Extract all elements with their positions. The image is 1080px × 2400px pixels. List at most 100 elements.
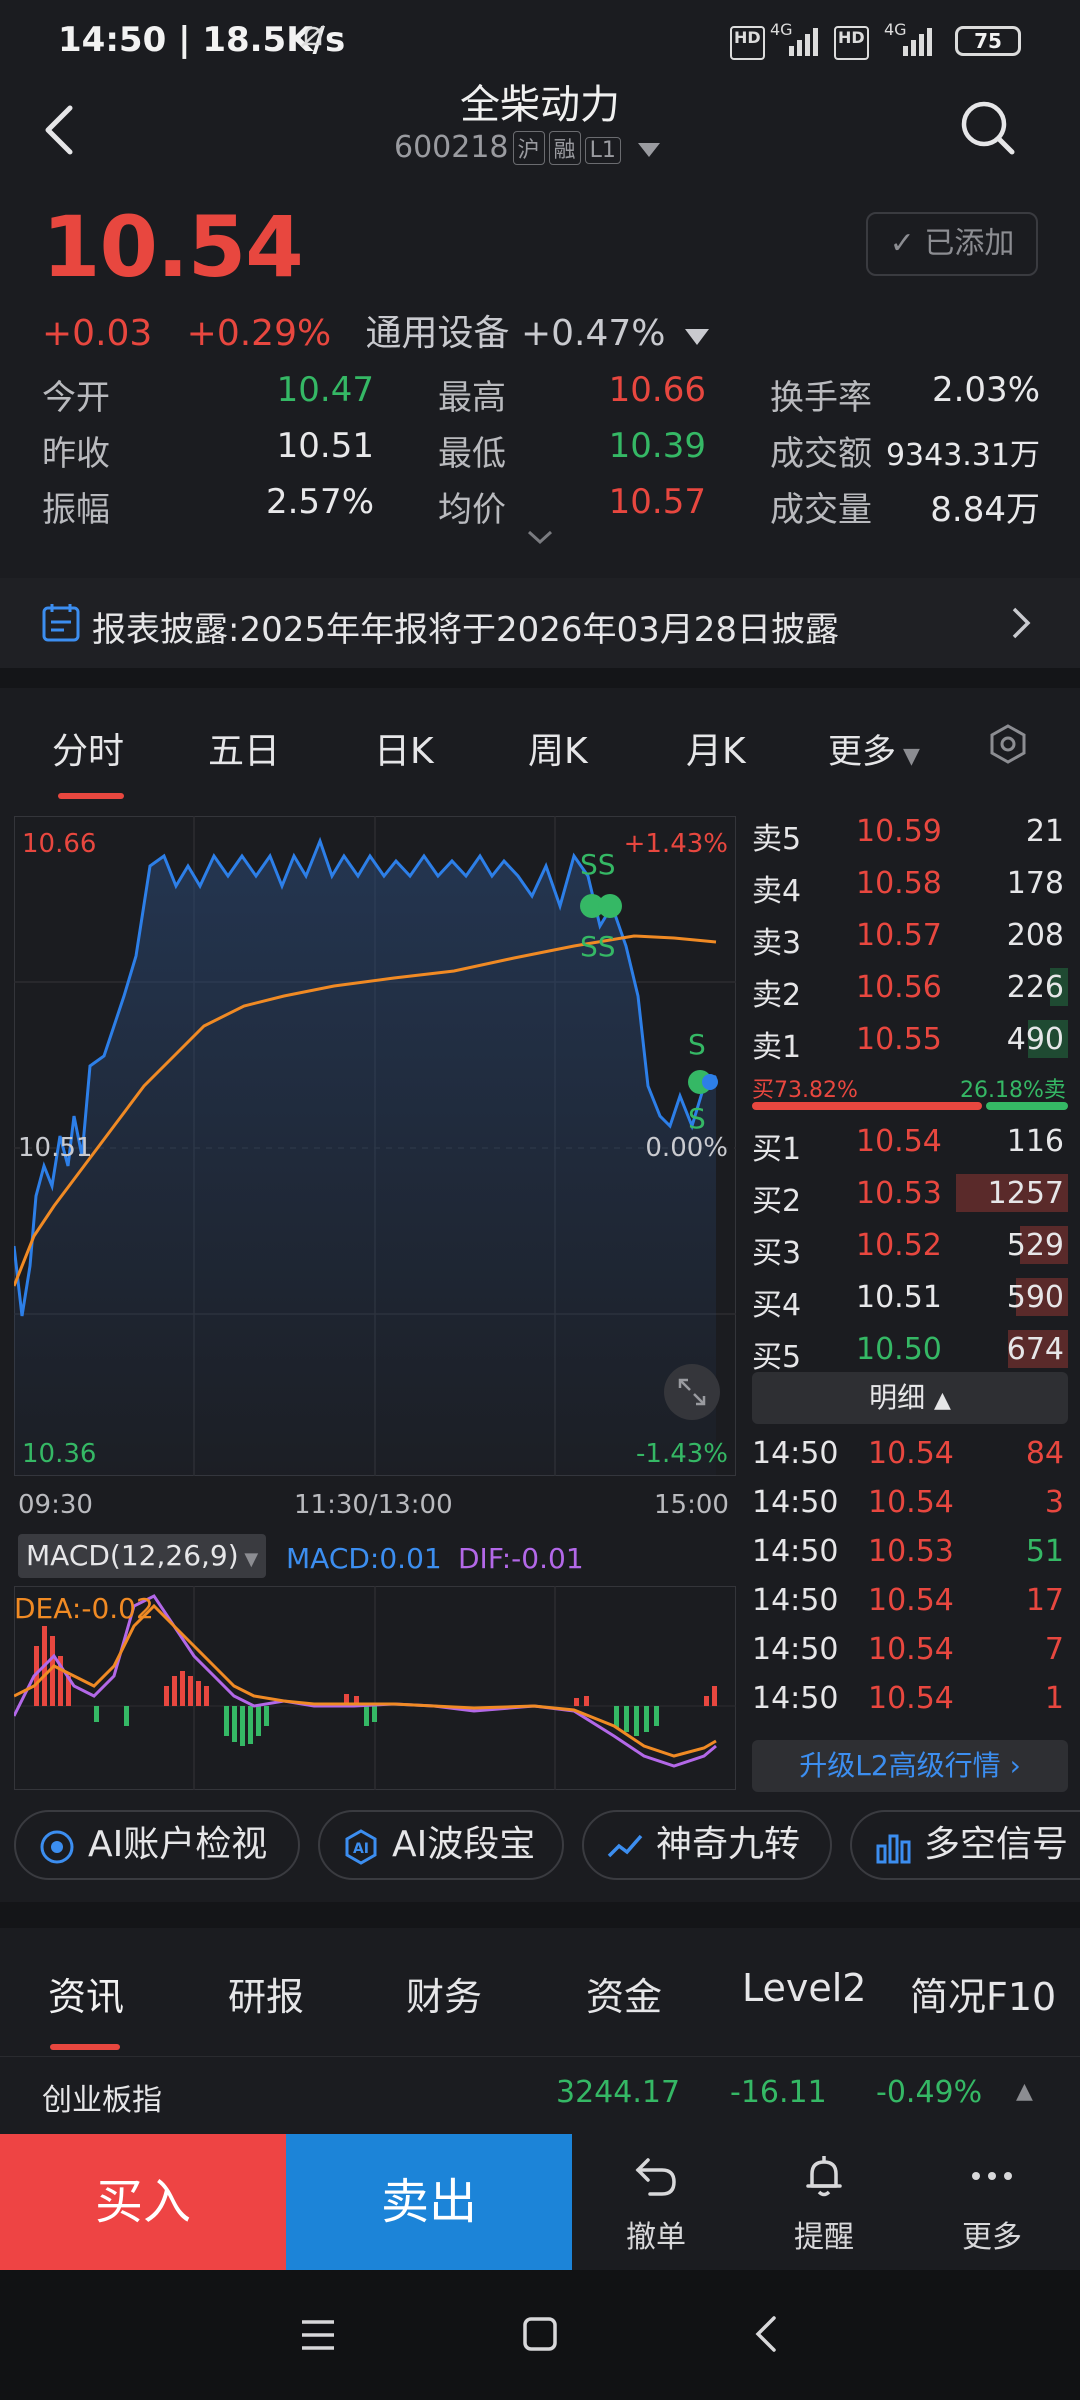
caret-up-icon[interactable]: ▲ xyxy=(1016,2079,1033,2104)
bid-row-3[interactable]: 买3 10.52 529 xyxy=(752,1220,1068,1271)
fullscreen-button[interactable] xyxy=(664,1364,720,1420)
caret-down-icon xyxy=(638,143,661,157)
stat-label: 最低 xyxy=(438,434,506,474)
magic-nine-chip[interactable]: 神奇九转 xyxy=(582,1810,832,1880)
tick-row: 14:50 10.53 51 xyxy=(752,1534,1064,1569)
stat-value: 2.57% xyxy=(265,482,374,522)
tab-five-day[interactable]: 五日 xyxy=(208,722,280,774)
menu-icon[interactable] xyxy=(300,2318,336,2352)
bid-row-4[interactable]: 买4 10.51 590 xyxy=(752,1272,1068,1323)
mute-bell-icon xyxy=(301,25,325,47)
more-button[interactable]: 更多 xyxy=(908,2134,1076,2270)
latest-price-dot xyxy=(702,1074,718,1090)
buy-ratio-bar xyxy=(752,1102,982,1110)
signal-icon-1 xyxy=(789,28,818,56)
calendar-icon xyxy=(42,604,80,642)
expand-chevron-icon[interactable] xyxy=(525,528,555,548)
tab-weekly-k[interactable]: 周K xyxy=(528,722,588,774)
tab-level2[interactable]: Level2 xyxy=(742,1966,866,2010)
pct-high-label: +1.43% xyxy=(624,829,728,859)
time-mid-label: 11:30/13:00 xyxy=(294,1490,453,1520)
ask-row-2[interactable]: 卖2 10.56 226 xyxy=(752,962,1068,1013)
check-icon: ✓ xyxy=(889,226,915,261)
macd-label: MACD(12,26,9) xyxy=(26,1539,239,1572)
stat-label: 成交量 xyxy=(770,490,872,530)
ai-account-review-chip[interactable]: AI账户检视 xyxy=(14,1810,300,1880)
home-icon[interactable] xyxy=(522,2316,558,2352)
added-watchlist-button[interactable]: ✓ 已添加 xyxy=(866,212,1038,276)
search-icon[interactable] xyxy=(958,98,1018,158)
index-change: -16.11 xyxy=(730,2075,827,2110)
eye-scan-icon xyxy=(40,1830,74,1864)
hd-badge-1: HD xyxy=(730,26,765,60)
ask-row-1[interactable]: 卖1 10.55 490 xyxy=(752,1014,1068,1065)
bid-row-1[interactable]: 买1 10.54 116 xyxy=(752,1116,1068,1167)
signal-label-s: S xyxy=(688,1102,706,1135)
index-ticker-row[interactable]: 创业板指 3244.17 -16.11 -0.49% ▲ xyxy=(0,2056,1080,2133)
bid-row-2[interactable]: 买2 10.53 1257 xyxy=(752,1168,1068,1219)
caret-down-icon: ▼ xyxy=(238,1549,259,1570)
signal-label-s: S xyxy=(688,1028,706,1061)
stat-value: 8.84万 xyxy=(930,490,1040,530)
notice-text: 报表披露:2025年年报将于2026年03月28日披露 xyxy=(92,610,840,650)
upgrade-l2-button[interactable]: 升级L2高级行情 › xyxy=(752,1740,1068,1792)
stat-value: 10.66 xyxy=(608,370,706,410)
buy-ratio: 买73.82% xyxy=(752,1078,858,1103)
tick-row: 14:50 10.54 1 xyxy=(752,1681,1064,1716)
sector-change[interactable]: 通用设备 +0.47% xyxy=(366,313,666,354)
system-nav-bar xyxy=(0,2270,1080,2400)
bid-row-5[interactable]: 买5 10.50 674 xyxy=(752,1324,1068,1375)
long-short-signal-chip[interactable]: 多空信号 xyxy=(850,1810,1080,1880)
settings-hexagon-icon[interactable] xyxy=(986,722,1030,766)
chevron-right-icon: › xyxy=(1009,1749,1021,1782)
macd-indicator-selector[interactable]: MACD(12,26,9) ▼ xyxy=(18,1534,267,1578)
ai-wave-chip[interactable]: AI AI波段宝 xyxy=(318,1810,564,1880)
market-tag: 沪 xyxy=(512,131,545,165)
tab-active-indicator xyxy=(50,2044,120,2050)
tab-more[interactable]: 更多 ▼ xyxy=(828,724,920,773)
current-price: 10.54 xyxy=(42,198,304,296)
stat-label: 今开 xyxy=(42,378,110,418)
ask-row-4[interactable]: 卖4 10.58 178 xyxy=(752,858,1068,909)
sell-button[interactable]: 卖出 xyxy=(286,2134,572,2270)
price-change-row: +0.03 +0.29% 通用设备 +0.47% xyxy=(42,304,709,356)
battery-icon: 75 xyxy=(955,26,1021,56)
alert-button[interactable]: 提醒 xyxy=(740,2134,908,2270)
trade-detail-button[interactable]: 明细 ▲ xyxy=(752,1372,1068,1424)
sell-signal-dot xyxy=(598,894,622,918)
tab-intraday[interactable]: 分时 xyxy=(52,722,124,774)
sell-ratio-bar xyxy=(986,1102,1068,1110)
stock-code-selector[interactable]: 600218 沪融 L1 xyxy=(394,130,661,165)
intraday-chart[interactable]: SS SS S S 10.66 10.51 10.36 +1.43% 0.00%… xyxy=(14,816,736,1476)
tab-daily-k[interactable]: 日K xyxy=(374,722,434,774)
stock-code: 600218 xyxy=(394,130,509,165)
pct-mid-label: 0.00% xyxy=(645,1133,728,1163)
sell-ratio: 26.18%卖 xyxy=(960,1078,1066,1103)
divider xyxy=(0,668,1080,688)
bell-icon xyxy=(806,2156,842,2197)
added-label: 已添加 xyxy=(924,226,1015,261)
ask-row-3[interactable]: 卖3 10.57 208 xyxy=(752,910,1068,961)
margin-tag: 融 xyxy=(548,131,581,165)
signal-label-ss: SS xyxy=(580,930,616,963)
tab-research[interactable]: 研报 xyxy=(228,1966,304,2021)
system-back-icon[interactable] xyxy=(754,2314,778,2354)
ask-row-5[interactable]: 卖5 10.59 21 xyxy=(752,806,1068,857)
stat-value: 2.03% xyxy=(931,370,1040,410)
buy-button[interactable]: 买入 xyxy=(0,2134,286,2270)
tab-monthly-k[interactable]: 月K xyxy=(686,722,746,774)
chevron-right-icon xyxy=(1012,607,1031,639)
price-low-label: 10.36 xyxy=(22,1439,96,1469)
tab-capital[interactable]: 资金 xyxy=(586,1966,662,2021)
trend-line-icon xyxy=(607,1834,643,1858)
tab-f10[interactable]: 简况F10 xyxy=(910,1966,1056,2021)
tab-finance[interactable]: 财务 xyxy=(406,1966,482,2021)
caret-down-icon: ▼ xyxy=(896,744,920,769)
pct-low-label: -1.43% xyxy=(636,1439,728,1469)
time-end-label: 15:00 xyxy=(654,1490,729,1520)
tab-news[interactable]: 资讯 xyxy=(48,1966,124,2021)
index-pct: -0.49% xyxy=(876,2075,983,2110)
cancel-order-button[interactable]: 撤单 xyxy=(572,2134,740,2270)
dea-value: DEA:-0.02 xyxy=(14,1592,154,1625)
caret-down-icon xyxy=(684,329,709,345)
